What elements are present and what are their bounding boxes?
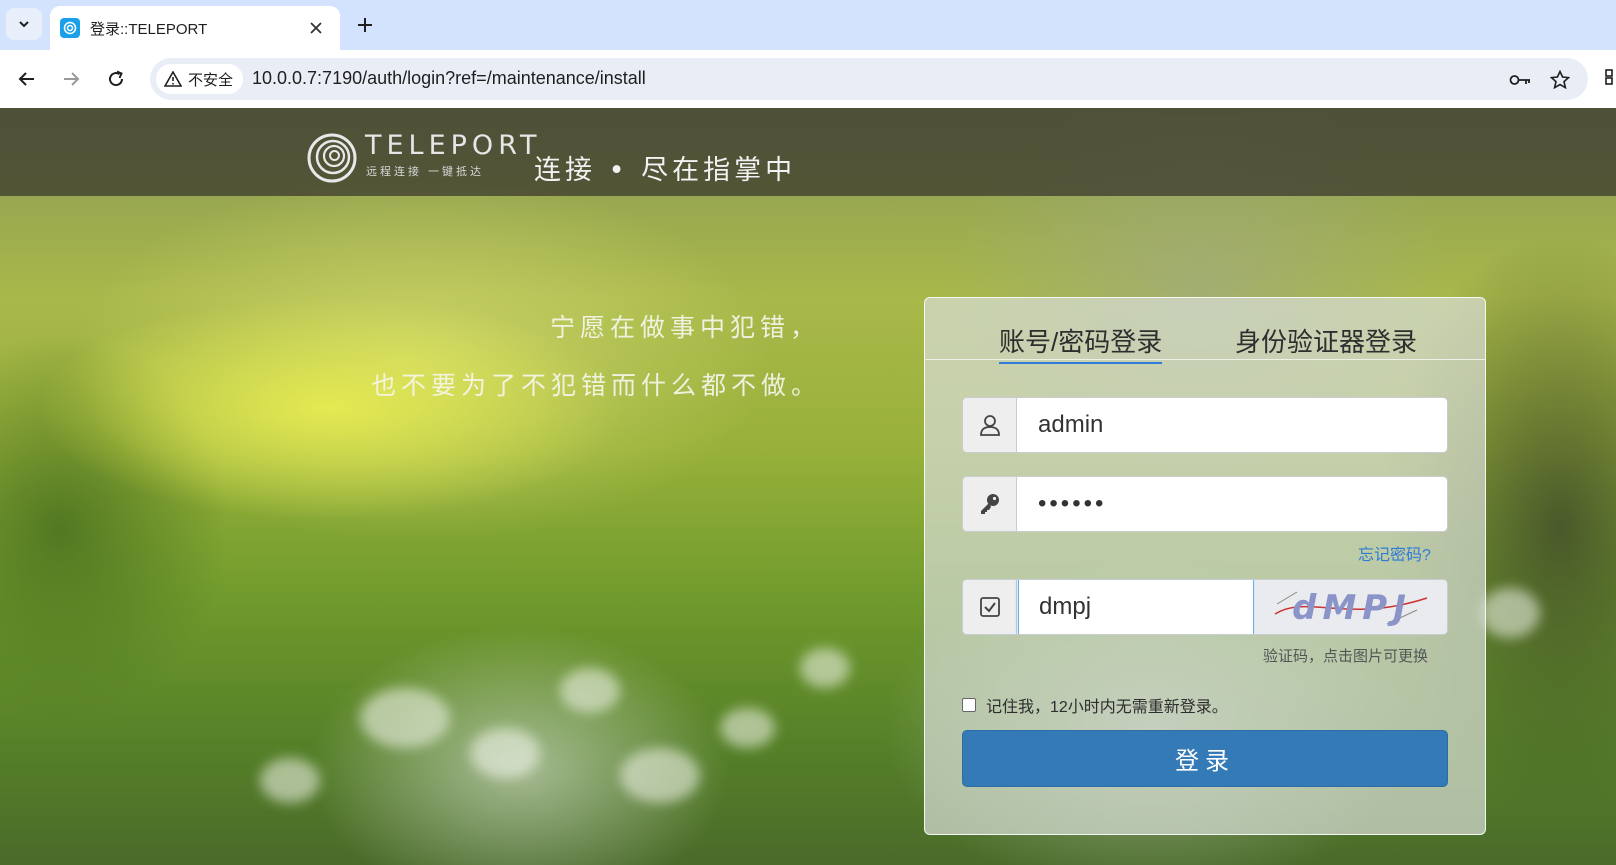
plus-icon — [358, 18, 372, 32]
user-addon — [963, 398, 1017, 452]
forward-button[interactable] — [55, 63, 87, 95]
address-bar[interactable]: 不安全 10.0.0.7:7190/auth/login?ref=/mainte… — [150, 58, 1588, 100]
bookmark-button[interactable] — [1548, 68, 1572, 92]
user-icon — [979, 415, 1000, 436]
captcha-image-graphic: dMPJ — [1267, 584, 1437, 630]
captcha-input[interactable] — [1018, 580, 1254, 634]
chevron-down-icon — [19, 21, 29, 28]
browser-tab-strip: 登录::TELEPORT — [0, 0, 1616, 50]
reload-button[interactable] — [100, 63, 132, 95]
quote-line-2: 也不要为了不犯错而什么都不做。 — [371, 371, 822, 400]
tab-title: 登录::TELEPORT — [90, 20, 208, 38]
header-slogan: 连接 • 尽在指掌中 — [534, 155, 797, 186]
login-button[interactable]: 登录 — [962, 730, 1448, 787]
back-button[interactable] — [11, 63, 43, 95]
remember-checkbox[interactable] — [962, 698, 976, 712]
quote-line-1: 宁愿在做事中犯错， — [550, 313, 821, 342]
star-icon — [1550, 70, 1570, 90]
login-panel: 账号/密码登录 身份验证器登录 忘记密码? — [924, 297, 1486, 835]
browser-tab-active[interactable]: 登录::TELEPORT — [50, 6, 340, 50]
background-flower — [470, 728, 540, 778]
url-text[interactable]: 10.0.0.7:7190/auth/login?ref=/maintenanc… — [252, 68, 646, 89]
logo-wordmark: TELEPORT — [365, 130, 542, 161]
password-field — [962, 476, 1448, 532]
back-arrow-icon — [18, 72, 34, 86]
tab-search-button[interactable] — [6, 8, 42, 40]
key-icon — [980, 494, 999, 514]
security-label: 不安全 — [188, 71, 234, 89]
background-flower — [800, 648, 850, 688]
background-flower — [260, 758, 320, 803]
extensions-icon[interactable] — [1604, 67, 1616, 91]
login-tabs: 账号/密码登录 身份验证器登录 — [925, 298, 1485, 364]
forgot-password-link[interactable]: 忘记密码? — [1358, 541, 1431, 565]
key-icon — [1509, 75, 1530, 85]
site-security-chip[interactable]: 不安全 — [156, 64, 244, 94]
captcha-image-text: dMPJ — [1292, 588, 1412, 628]
background-flower — [360, 688, 450, 748]
username-input[interactable] — [1018, 398, 1446, 452]
background-flower — [560, 668, 620, 713]
password-addon — [963, 477, 1017, 531]
captcha-addon — [963, 580, 1017, 634]
password-input[interactable] — [1018, 477, 1446, 531]
forward-arrow-icon — [64, 72, 80, 86]
tab-password-login[interactable]: 账号/密码登录 — [999, 322, 1163, 364]
username-field — [962, 397, 1448, 453]
captcha-hint: 验证码，点击图片可更换 — [1263, 648, 1429, 665]
site-header: TELEPORT 远程连接 一键抵达 连接 • 尽在指掌中 — [0, 108, 1616, 196]
warning-icon — [164, 71, 182, 87]
tab-close-button[interactable] — [304, 16, 328, 40]
login-page: TELEPORT 远程连接 一键抵达 连接 • 尽在指掌中 宁愿在做事中犯错， … — [0, 108, 1616, 865]
new-tab-button[interactable] — [350, 10, 380, 40]
background-flower — [620, 748, 700, 803]
password-manager-button[interactable] — [1508, 68, 1532, 92]
reload-icon — [109, 70, 124, 87]
browser-toolbar: 不安全 10.0.0.7:7190/auth/login?ref=/mainte… — [0, 50, 1616, 108]
remember-me[interactable]: 记住我，12小时内无需重新登录。 — [962, 693, 1228, 717]
tab-authenticator-login[interactable]: 身份验证器登录 — [1235, 322, 1417, 362]
captcha-field: dMPJ — [962, 579, 1448, 635]
close-icon — [310, 22, 322, 34]
teleport-logo-icon — [307, 133, 357, 183]
teleport-favicon-icon — [60, 18, 80, 38]
background-flower — [1480, 588, 1540, 638]
captcha-image[interactable]: dMPJ — [1255, 580, 1447, 634]
background-flower — [720, 708, 775, 748]
remember-label: 记住我，12小时内无需重新登录。 — [986, 699, 1228, 716]
checkbox-checked-icon — [979, 597, 1000, 617]
logo-tagline: 远程连接 一键抵达 — [366, 166, 485, 178]
